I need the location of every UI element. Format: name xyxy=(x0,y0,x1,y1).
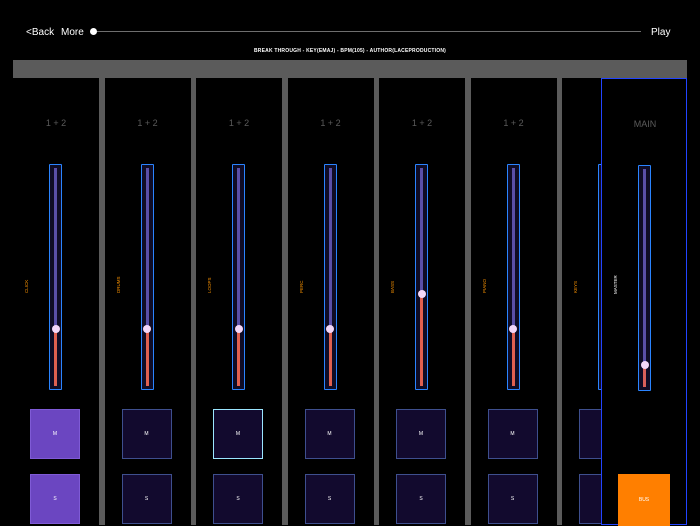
channel-label: PIANO xyxy=(481,278,487,293)
channel-label: PERC xyxy=(298,280,304,293)
channel-number: 1 + 2 xyxy=(228,118,250,128)
mute-button[interactable]: M xyxy=(304,409,355,459)
mute-button[interactable]: M xyxy=(30,409,80,459)
channel-label: KEYS xyxy=(573,280,578,293)
master-fader-track xyxy=(643,169,646,387)
fader-fill xyxy=(237,329,240,386)
fader-fill xyxy=(328,329,332,386)
mute-button[interactable]: M xyxy=(213,409,263,459)
solo-button[interactable]: S xyxy=(30,474,80,524)
fader-knob[interactable] xyxy=(326,325,334,333)
playback-scrubber[interactable] xyxy=(93,31,641,32)
mute-button[interactable]: M xyxy=(396,409,446,459)
fader-knob[interactable] xyxy=(51,325,60,333)
channel-number: 1 + 2 xyxy=(503,118,524,128)
solo-button[interactable]: S xyxy=(396,474,446,524)
song-info: BREAK THROUGH - KEY(EMAJ) - BPM(105) - A… xyxy=(253,48,446,54)
master-fader-knob[interactable] xyxy=(640,361,649,369)
channel-fader[interactable] xyxy=(323,164,337,390)
more-button[interactable]: More xyxy=(61,27,84,38)
top-bar: <Back More Play BREAK THROUGH - KEY(EMAJ… xyxy=(0,0,700,60)
mute-button[interactable]: M xyxy=(487,409,538,459)
channel-number: 1 + 2 xyxy=(137,118,158,128)
master-fader[interactable] xyxy=(638,165,651,391)
solo-button[interactable]: S xyxy=(487,474,538,524)
master-number: MAIN xyxy=(633,119,657,129)
solo-button[interactable]: S xyxy=(213,474,263,524)
channel-fader[interactable] xyxy=(415,164,428,390)
solo-button[interactable]: S xyxy=(304,474,355,524)
channel-label: LOOPS xyxy=(207,277,212,293)
master-channel: MAIN MASTER BUS xyxy=(601,78,687,526)
channel-strip: 1 + 2 CLICK M S xyxy=(13,78,99,525)
channel-label: DRUMS xyxy=(115,276,121,294)
fader-fill xyxy=(511,329,515,386)
channel-number: 1 + 2 xyxy=(320,118,341,128)
channel-number: 1 + 2 xyxy=(411,118,433,128)
channel-fader[interactable] xyxy=(506,164,520,390)
play-button[interactable]: Play xyxy=(651,27,670,38)
back-button[interactable]: <Back xyxy=(26,27,54,38)
channel-strip: 1 + 2 BASS M S xyxy=(379,78,465,525)
fader-knob[interactable] xyxy=(234,325,243,333)
channel-label: BASS xyxy=(390,280,395,293)
channel-number: 1 + 2 xyxy=(45,118,67,128)
fader-fill xyxy=(145,329,149,386)
master-label: MASTER xyxy=(613,275,618,294)
channel-fader[interactable] xyxy=(49,164,62,390)
fader-fill xyxy=(420,294,423,386)
channel-fader[interactable] xyxy=(232,164,245,390)
channel-strip: 1 + 2 PERC M S xyxy=(287,78,374,525)
channel-strip: 1 + 2 PIANO M S xyxy=(470,78,557,525)
mute-button[interactable]: M xyxy=(121,409,172,459)
bus-button[interactable]: BUS xyxy=(618,474,670,526)
fader-fill xyxy=(54,329,57,386)
channel-strip: 1 + 2 LOOPS M S xyxy=(196,78,282,525)
playback-scrubber-knob[interactable] xyxy=(90,28,97,35)
channel-strip: 1 + 2 DRUMS M S xyxy=(104,78,191,525)
fader-knob[interactable] xyxy=(509,325,517,333)
channel-label: CLICK xyxy=(24,279,29,293)
fader-knob[interactable] xyxy=(417,290,426,298)
solo-button[interactable]: S xyxy=(121,474,172,524)
fader-knob[interactable] xyxy=(143,325,151,333)
channel-fader[interactable] xyxy=(140,164,154,390)
